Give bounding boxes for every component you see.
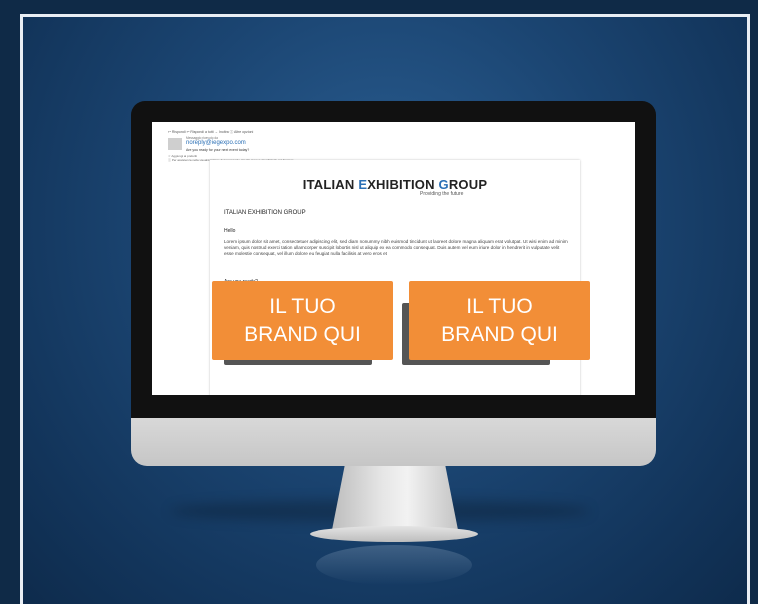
greeting: Hello: [224, 228, 236, 234]
sender-address[interactable]: noreply@iegexpo.com: [186, 140, 246, 146]
brand-line2: BRAND QUI: [244, 322, 361, 346]
brand-placeholder-left[interactable]: IL TUO BRAND QUI: [212, 281, 393, 360]
brand-line2: BRAND QUI: [441, 322, 558, 346]
email-subject: Are you ready for your next event today?: [186, 148, 250, 152]
base-reflection: [316, 545, 472, 585]
logo-tagline: Providing the future: [420, 191, 464, 197]
brand-line1: IL TUO: [269, 294, 336, 318]
brand-line1: IL TUO: [466, 294, 533, 318]
monitor-stand: [332, 466, 458, 530]
email-toolbar[interactable]: ↩ Rispondi ↩ Rispondi a tutti → Inoltra …: [168, 130, 253, 135]
monitor-chin: [131, 418, 656, 466]
monitor-base: [310, 526, 478, 542]
body-text: Lorem ipsum dolor sit amet, consectetuer…: [224, 239, 568, 256]
organization-name: ITALIAN EXHIBITION GROUP: [224, 210, 306, 216]
ieg-logo: ITALIAN EXHIBITION GROUP: [302, 177, 488, 192]
sender-avatar: [168, 138, 182, 150]
brand-placeholder-right[interactable]: IL TUO BRAND QUI: [409, 281, 590, 360]
monitor: ↩ Rispondi ↩ Rispondi a tutti → Inoltra …: [131, 101, 656, 432]
